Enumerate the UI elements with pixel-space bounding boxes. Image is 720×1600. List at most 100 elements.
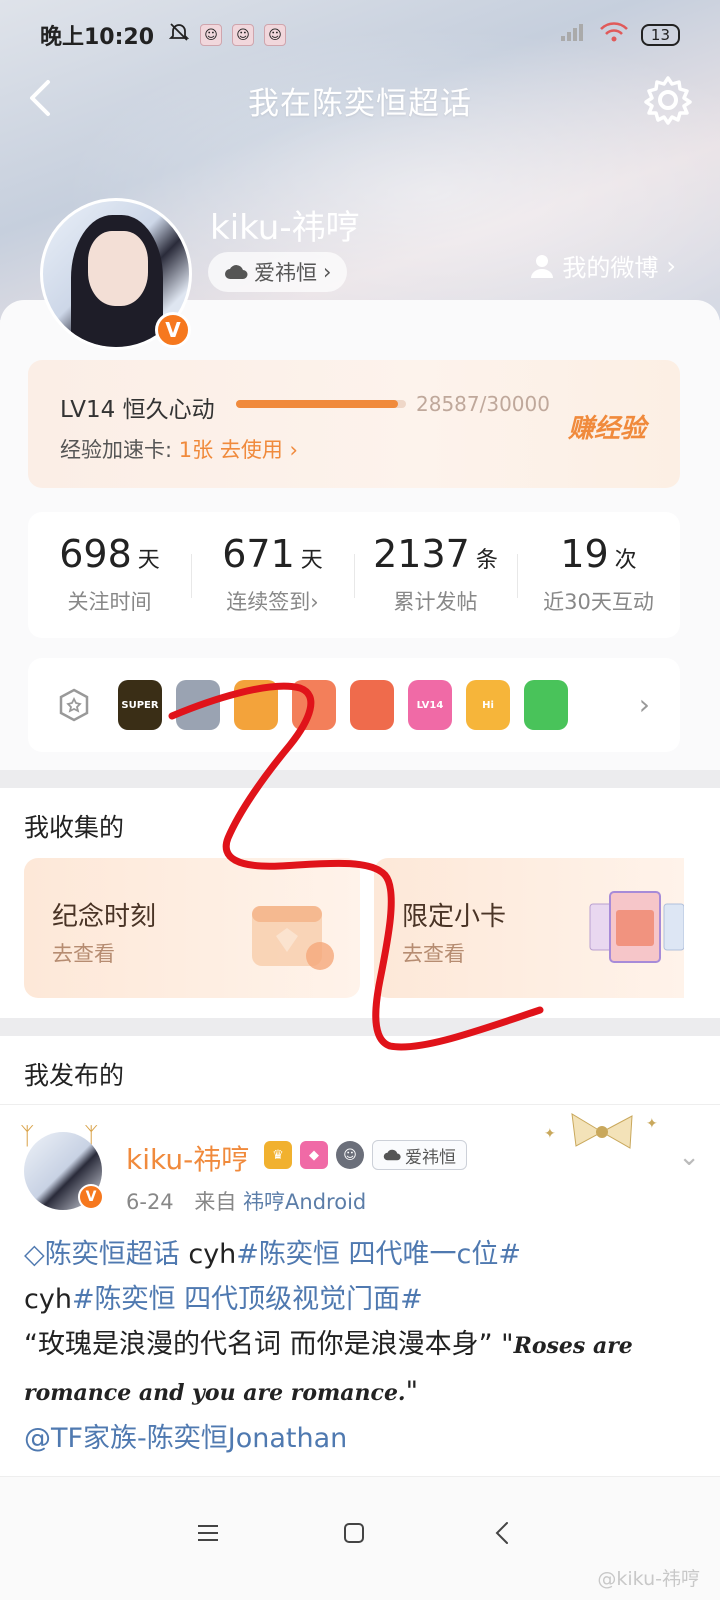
post-author-badges: ♛ ◆ ☺ 爱祎恒	[264, 1140, 467, 1170]
badge-icon	[234, 680, 278, 730]
stat-unit: 天	[137, 548, 160, 573]
post-source: 祎哼Android	[243, 1190, 367, 1214]
post-meta: 6-24 来自 祎哼Android	[126, 1186, 366, 1216]
app-notification-icon: ☺	[232, 24, 255, 46]
mention-link[interactable]: @TF家族-陈奕恒Jonathan	[24, 1423, 347, 1454]
menu-button[interactable]	[188, 1513, 228, 1553]
memorial-moments-card[interactable]: 纪念时刻 去查看	[24, 858, 360, 998]
diamond-badge-icon: ◆	[300, 1141, 328, 1169]
card-subtitle: 去查看	[402, 942, 465, 966]
badge-icon	[524, 680, 568, 730]
boost-label: 经验加速卡:	[60, 438, 173, 462]
stat-unit: 天	[300, 548, 323, 573]
level-progress-fill	[236, 400, 398, 408]
badge-icon	[176, 680, 220, 730]
card-title: 纪念时刻	[52, 902, 157, 932]
section-divider	[0, 1018, 720, 1036]
crown-badge-icon: ♛	[264, 1141, 292, 1169]
settings-button[interactable]	[640, 72, 696, 128]
chevron-right-icon: ›	[310, 590, 319, 614]
topic-link[interactable]: 陈奕恒超话	[45, 1239, 180, 1270]
svg-text:✦: ✦	[544, 1126, 556, 1142]
mute-bell-icon	[168, 21, 190, 49]
home-button[interactable]	[334, 1513, 374, 1553]
my-weibo-label: 我的微博	[562, 254, 659, 282]
post-text: "	[405, 1376, 419, 1407]
verified-badge-icon: V	[155, 312, 191, 348]
card-title: 限定小卡	[402, 902, 507, 932]
stat-value: 2137	[373, 532, 470, 576]
chevron-right-icon[interactable]: ›	[639, 688, 650, 721]
square-home-icon	[344, 1523, 364, 1543]
stat-checkin-days[interactable]: 671 天 连续签到›	[191, 512, 354, 638]
post-from-label: 来自	[194, 1190, 237, 1214]
badge-list: SUPER LV14 Hi	[118, 680, 582, 730]
chevron-right-icon: ›	[289, 438, 298, 462]
back-button[interactable]	[24, 76, 64, 124]
stat-label-text: 连续签到	[226, 590, 311, 614]
cloud-icon	[225, 265, 248, 279]
chevron-left-icon	[495, 1522, 508, 1544]
verified-badge-icon: V	[78, 1184, 104, 1210]
status-right: 13	[559, 21, 680, 49]
avatar-badge-icon: ☺	[336, 1141, 364, 1169]
status-notification-icons: ☺ ☺ ☺	[168, 21, 287, 49]
photo-cards-icon	[589, 891, 684, 963]
post-quote: “玫瑰是浪漫的代名词 而你是浪漫本身” "	[24, 1329, 514, 1360]
posts-section: 我发布的 ᛉ ᛉ V kiku-祎哼 ♛ ◆ ☺ 爱祎恒 6-24 来自 祎哼A…	[0, 1036, 720, 1476]
boost-count: 1张	[178, 438, 214, 462]
stat-unit: 次	[614, 548, 637, 573]
post-menu-chevron-icon[interactable]: ⌄	[678, 1142, 700, 1172]
cloud-icon	[383, 1149, 401, 1161]
level-card[interactable]: LV14 恒久心动 28587/30000 经验加速卡: 1张 去使用 › 赚经…	[28, 360, 680, 488]
badge-icon	[350, 680, 394, 730]
top-navigation: 我在陈奕恒超话	[0, 70, 720, 130]
wifi-icon	[599, 21, 629, 49]
chevron-left-icon	[30, 80, 50, 116]
post-text: cyh	[179, 1239, 237, 1270]
level-exp: 28587/30000	[416, 392, 550, 416]
diamond-icon: ◇	[24, 1239, 45, 1270]
hashtag-link[interactable]: #陈奕恒 四代唯一c位#	[236, 1239, 521, 1270]
fan-group-chip[interactable]: 爱祎恒 ›	[208, 252, 348, 292]
svg-text:✦: ✦	[646, 1116, 658, 1132]
post-text: cyh	[24, 1284, 72, 1315]
collection-title: 我收集的	[24, 813, 125, 842]
stat-value: 671	[222, 532, 295, 576]
stat-label: 近30天互动	[543, 590, 654, 614]
limited-cards-card[interactable]: 限定小卡 去查看	[374, 858, 684, 998]
post-author-name[interactable]: kiku-祎哼	[126, 1138, 249, 1178]
nav-back-button[interactable]	[482, 1513, 522, 1553]
stat-value: 698	[59, 532, 132, 576]
fan-tag-label: 爱祎恒	[405, 1147, 456, 1168]
boost-card-row[interactable]: 经验加速卡: 1张 去使用 ›	[60, 434, 298, 464]
battery-indicator: 13	[640, 24, 680, 46]
post-fan-tag[interactable]: 爱祎恒	[372, 1140, 467, 1170]
stat-label: 连续签到›	[191, 586, 354, 616]
badge-wall[interactable]: SUPER LV14 Hi ›	[28, 658, 680, 752]
app-notification-icon: ☺	[200, 24, 223, 46]
badge-icon: Hi	[466, 680, 510, 730]
earn-exp-button[interactable]: 赚经验	[568, 408, 646, 445]
posts-title: 我发布的	[24, 1061, 125, 1090]
calendar-gift-icon	[252, 906, 334, 970]
my-weibo-link[interactable]: 我的微博 ›	[530, 248, 676, 283]
fan-group-label: 爱祎恒	[254, 261, 317, 285]
stat-unit: 条	[475, 548, 498, 573]
post-date: 6-24	[126, 1190, 174, 1214]
boost-action[interactable]: 去使用	[220, 438, 283, 462]
stat-interactions: 19 次 近30天互动	[517, 512, 680, 638]
level-name: LV14 恒久心动	[60, 397, 215, 423]
chevron-right-icon: ›	[666, 251, 676, 280]
section-divider	[0, 770, 720, 788]
hashtag-link[interactable]: #陈奕恒 四代顶级视觉门面#	[72, 1284, 423, 1315]
stats-card: 698 天 关注时间 671 天 连续签到› 2137 条 累计发帖 19 次 近30天…	[28, 512, 680, 638]
card-subtitle: 去查看	[52, 942, 115, 966]
badge-icon: LV14	[408, 680, 452, 730]
profile-name: kiku-祎哼	[210, 208, 360, 248]
avatar-face	[88, 231, 148, 306]
post-body: ◇陈奕恒超话 cyh#陈奕恒 四代唯一c位# cyh#陈奕恒 四代顶级视觉门面#…	[24, 1232, 696, 1461]
badge-icon	[292, 680, 336, 730]
collection-section: 我收集的 纪念时刻 去查看 限定小卡 去查看	[0, 788, 720, 1018]
stat-value: 19	[560, 532, 609, 576]
